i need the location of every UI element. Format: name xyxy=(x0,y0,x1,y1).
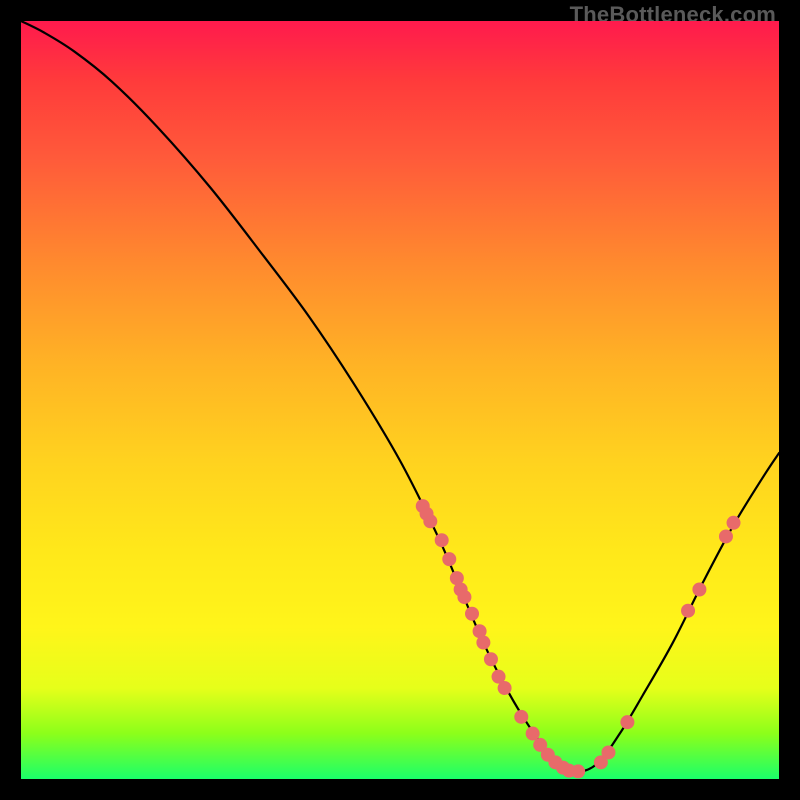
highlight-point xyxy=(514,710,528,724)
highlight-point xyxy=(727,516,741,530)
highlight-point xyxy=(692,583,706,597)
bottleneck-curve xyxy=(21,21,779,772)
highlight-point xyxy=(435,533,449,547)
highlight-point xyxy=(571,764,585,778)
chart-frame: TheBottleneck.com xyxy=(0,0,800,800)
highlight-point xyxy=(420,507,434,521)
marker-group xyxy=(416,499,741,778)
highlight-point xyxy=(601,745,615,759)
highlight-point xyxy=(457,590,471,604)
highlight-point xyxy=(526,727,540,741)
highlight-point xyxy=(476,636,490,650)
highlight-point xyxy=(484,652,498,666)
highlight-point xyxy=(465,607,479,621)
highlight-point xyxy=(681,604,695,618)
chart-svg xyxy=(21,21,779,779)
highlight-point xyxy=(620,715,634,729)
highlight-point xyxy=(498,681,512,695)
plot-area xyxy=(21,21,779,779)
highlight-point xyxy=(442,552,456,566)
highlight-point xyxy=(719,529,733,543)
